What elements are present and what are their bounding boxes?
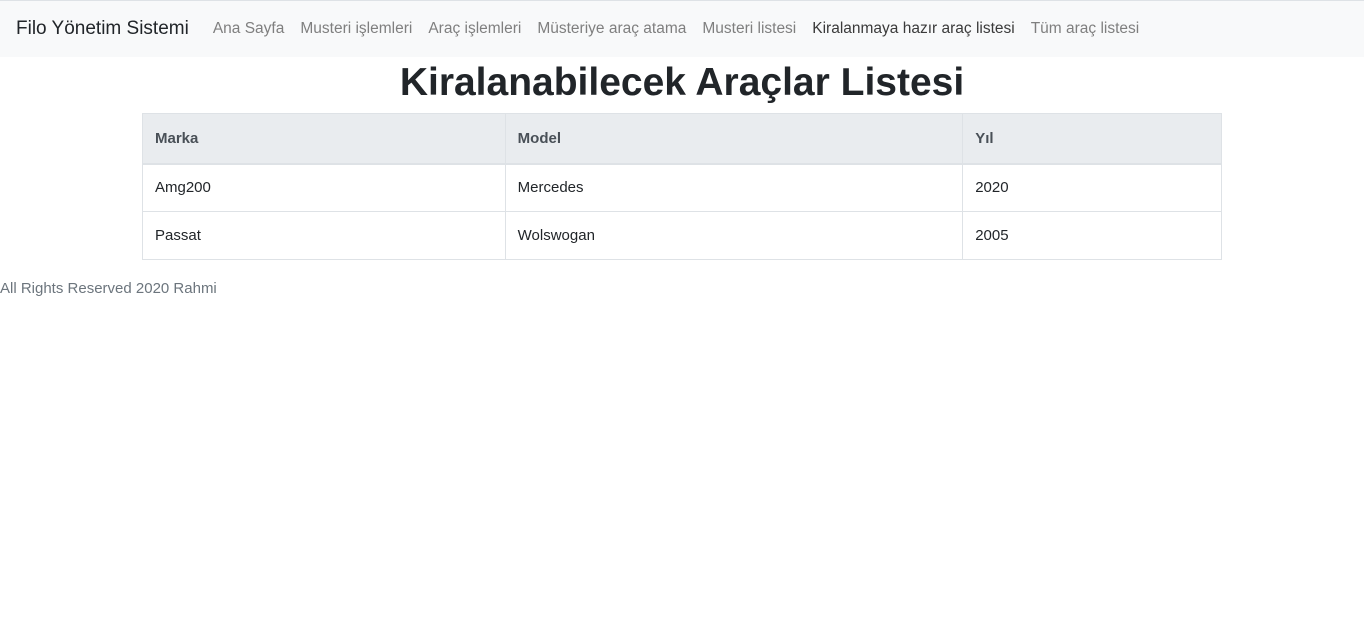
header-marka: Marka — [142, 113, 506, 165]
footer-text: All Rights Reserved 2020 Rahmi — [0, 280, 217, 297]
cell-model: Mercedes — [504, 163, 964, 212]
cell-marka: Amg200 — [142, 163, 506, 212]
nav-link-musteri-islemleri[interactable]: Musteri işlemleri — [292, 20, 420, 38]
cell-yil: 2005 — [962, 211, 1222, 260]
navbar-brand[interactable]: Filo Yönetim Sistemi — [16, 18, 189, 40]
header-yil: Yıl — [962, 113, 1222, 165]
navbar: Filo Yönetim Sistemi Ana Sayfa Musteri i… — [0, 0, 1364, 57]
cell-model: Wolswogan — [504, 211, 964, 260]
header-model: Model — [504, 113, 964, 165]
nav-link-tum-arac-listesi[interactable]: Tüm araç listesi — [1023, 20, 1148, 38]
nav-link-arac-islemleri[interactable]: Araç işlemleri — [420, 20, 529, 38]
cell-yil: 2020 — [962, 163, 1222, 212]
page-title: Kiralanabilecek Araçlar Listesi — [399, 61, 965, 104]
cell-marka: Passat — [142, 211, 506, 260]
table-body: Amg200 Mercedes 2020 Passat Wolswogan 20… — [142, 163, 1222, 260]
table-row: Passat Wolswogan 2005 — [142, 211, 1222, 260]
table-row: Amg200 Mercedes 2020 — [142, 163, 1222, 212]
nav-link-kiralanmaya-hazir-arac-listesi[interactable]: Kiralanmaya hazır araç listesi — [804, 20, 1022, 38]
cars-table: Marka Model Yıl Amg200 Mercedes 2020 Pas… — [142, 113, 1222, 260]
table-header-row: Marka Model Yıl — [142, 113, 1222, 165]
nav-link-musteriye-arac-atama[interactable]: Müsteriye araç atama — [529, 20, 694, 38]
table-head: Marka Model Yıl — [142, 113, 1222, 165]
nav-links: Ana Sayfa Musteri işlemleri Araç işlemle… — [205, 20, 1147, 38]
nav-link-musteri-listesi[interactable]: Musteri listesi — [694, 20, 804, 38]
nav-link-ana-sayfa[interactable]: Ana Sayfa — [205, 20, 293, 38]
